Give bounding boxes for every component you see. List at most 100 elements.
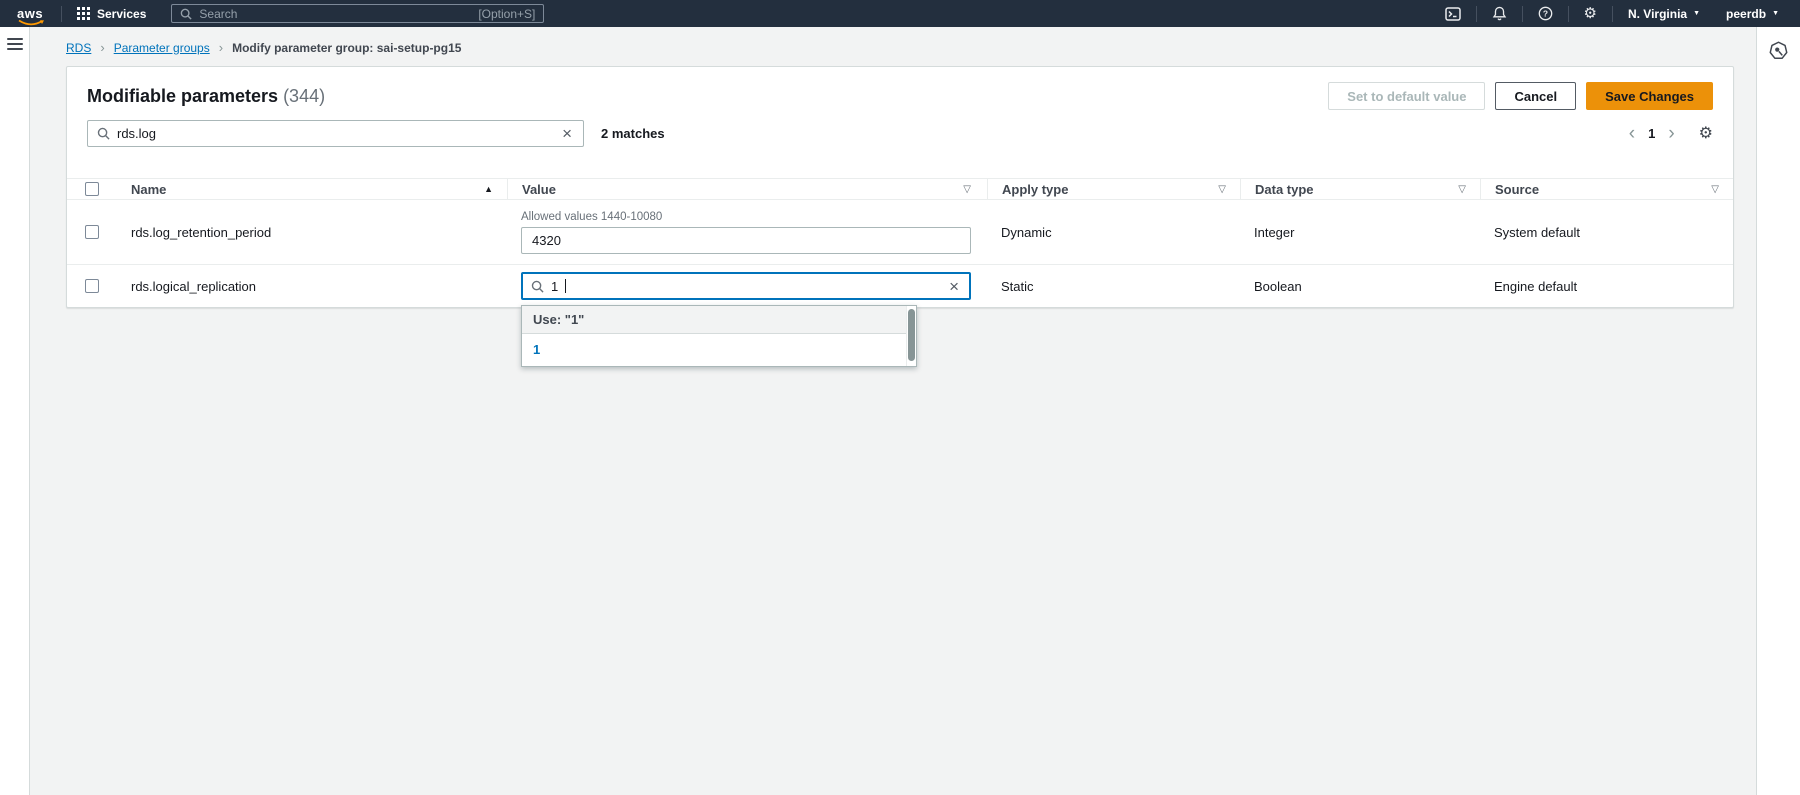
aws-logo[interactable]: aws (17, 7, 45, 21)
nav-divider (1522, 6, 1523, 22)
modifiable-parameters-card: Modifiable parameters(344) Set to defaul… (66, 66, 1734, 308)
parameter-value-cell: Allowed values 1440-10080 (507, 211, 987, 254)
data-type-cell: Boolean (1240, 279, 1480, 294)
filter-icon[interactable]: ▽ (963, 184, 971, 195)
services-label: Services (97, 7, 146, 21)
logical-replication-value-combobox[interactable]: 1 × (521, 272, 971, 300)
search-placeholder: Search (199, 7, 471, 21)
filter-query-text: rds.log (117, 126, 553, 141)
dropdown-use-entered-value-item[interactable]: Use: "1" (522, 306, 906, 334)
allowed-values-hint: Allowed values 1440-10080 (521, 211, 971, 223)
table-preferences-gear-icon[interactable]: ⚙ (1699, 126, 1713, 142)
pagination: ‹ 1 › ⚙ (1623, 124, 1713, 143)
row-checkbox-cell (67, 279, 117, 293)
column-header-name[interactable]: Name ▲ (117, 179, 507, 199)
parameter-filter-input[interactable]: rds.log × (87, 120, 584, 147)
row-checkbox[interactable] (85, 279, 99, 293)
sort-ascending-icon[interactable]: ▲ (484, 184, 493, 194)
parameters-table: Name ▲ Value ▽ Apply type ▽ (67, 178, 1733, 307)
aws-smile-icon (17, 19, 45, 28)
chevron-down-icon: ▼ (1693, 10, 1700, 17)
column-label: Apply type (1002, 182, 1068, 197)
retention-period-value-input[interactable] (521, 227, 971, 254)
clear-filter-icon[interactable]: × (560, 125, 574, 142)
nav-divider (1476, 6, 1477, 22)
match-count: 2 matches (601, 126, 665, 141)
main-area: RDS › Parameter groups › Modify paramete… (30, 27, 1756, 795)
nav-divider (1568, 6, 1569, 22)
parameter-name-cell: rds.log_retention_period (117, 225, 507, 240)
help-button[interactable]: ? (1525, 0, 1566, 27)
dropdown-scrollbar[interactable] (906, 306, 916, 366)
account-menu[interactable]: peerdb ▼ (1713, 7, 1792, 21)
filter-icon[interactable]: ▽ (1218, 184, 1226, 195)
breadcrumb-link-parameter-groups[interactable]: Parameter groups (114, 41, 210, 55)
bell-icon (1492, 6, 1507, 21)
value-options-dropdown: Use: "1" 1 (521, 305, 917, 367)
next-page-icon[interactable]: › (1662, 124, 1680, 143)
top-navigation-bar: aws Services Search [Option+S] (0, 0, 1800, 27)
search-icon (531, 280, 544, 293)
column-header-data-type[interactable]: Data type ▽ (1240, 179, 1480, 199)
dropdown-scrollbar-thumb[interactable] (908, 309, 915, 361)
parameter-value-cell: 1 × Use: "1" 1 (507, 272, 987, 300)
column-label: Value (522, 182, 556, 197)
apply-type-value: Dynamic (1001, 225, 1052, 240)
source-value: System default (1494, 225, 1580, 240)
region-label: N. Virginia (1628, 7, 1687, 21)
text-cursor (565, 279, 566, 293)
set-to-default-button[interactable]: Set to default value (1328, 82, 1485, 110)
notifications-button[interactable] (1479, 0, 1520, 27)
breadcrumb-separator-icon: › (219, 40, 223, 55)
row-checkbox-cell (67, 225, 117, 239)
source-cell: System default (1480, 225, 1733, 240)
global-search-input[interactable]: Search [Option+S] (171, 4, 544, 23)
search-icon (180, 8, 192, 20)
save-changes-button[interactable]: Save Changes (1586, 82, 1713, 110)
filter-icon[interactable]: ▽ (1711, 184, 1719, 195)
left-sidebar-strip (0, 27, 30, 795)
cancel-button[interactable]: Cancel (1495, 82, 1576, 110)
apply-type-value: Static (1001, 279, 1034, 294)
column-header-source[interactable]: Source ▽ (1480, 179, 1733, 199)
content-frame: RDS › Parameter groups › Modify paramete… (0, 27, 1800, 795)
data-type-value: Integer (1254, 225, 1294, 240)
table-row: rds.log_retention_period Allowed values … (67, 200, 1733, 265)
services-grid-icon (77, 7, 90, 20)
settings-button[interactable]: ⚙ (1571, 0, 1610, 27)
previous-page-icon[interactable]: ‹ (1623, 124, 1641, 143)
apply-type-cell: Static (987, 279, 1240, 294)
services-menu[interactable]: Services (64, 0, 159, 27)
cloudshell-button[interactable] (1432, 0, 1474, 27)
column-header-apply-type[interactable]: Apply type ▽ (987, 179, 1240, 199)
search-shortcut-hint: [Option+S] (478, 7, 535, 21)
column-header-value[interactable]: Value ▽ (507, 179, 987, 199)
current-page-number[interactable]: 1 (1645, 126, 1658, 141)
parameter-name: rds.logical_replication (131, 279, 256, 294)
filter-icon[interactable]: ▽ (1458, 184, 1466, 195)
breadcrumb-link-rds[interactable]: RDS (66, 41, 91, 55)
hamburger-menu-icon[interactable] (7, 38, 23, 50)
data-type-value: Boolean (1254, 279, 1302, 294)
dropdown-option-1[interactable]: 1 (522, 334, 906, 366)
table-header-row: Name ▲ Value ▽ Apply type ▽ (67, 178, 1733, 200)
parameter-name-cell: rds.logical_replication (117, 279, 507, 294)
settings-gear-icon: ⚙ (1584, 6, 1597, 21)
source-value: Engine default (1494, 279, 1577, 294)
clear-combobox-icon[interactable]: × (947, 278, 961, 295)
nav-divider (61, 6, 62, 22)
region-selector[interactable]: N. Virginia ▼ (1615, 7, 1713, 21)
help-icon: ? (1538, 6, 1553, 21)
source-cell: Engine default (1480, 279, 1733, 294)
apply-type-cell: Dynamic (987, 225, 1240, 240)
breadcrumb-current-page: Modify parameter group: sai-setup-pg15 (232, 41, 461, 55)
header-checkbox-cell (67, 179, 117, 199)
search-icon (97, 127, 110, 140)
row-checkbox[interactable] (85, 225, 99, 239)
filter-row: rds.log × 2 matches ‹ 1 › ⚙ (67, 112, 1733, 147)
select-all-checkbox[interactable] (85, 182, 99, 196)
side-panel-button[interactable] (1769, 41, 1788, 61)
breadcrumb-separator-icon: › (100, 40, 104, 55)
column-label: Data type (1255, 182, 1314, 197)
table-row: rds.logical_replication 1 × (67, 265, 1733, 307)
